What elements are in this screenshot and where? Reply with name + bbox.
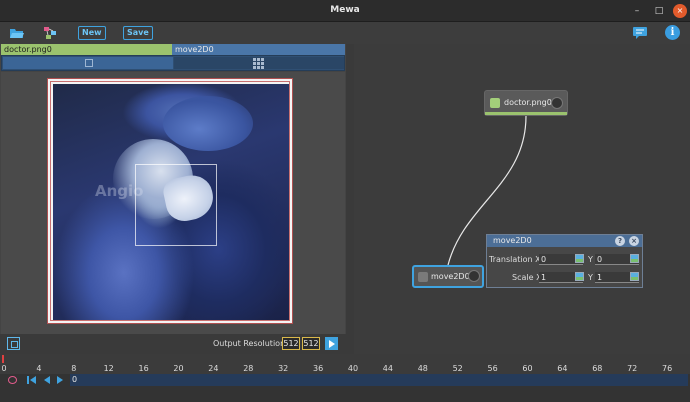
timeline-tick: 68 <box>592 364 603 373</box>
single-view-icon <box>85 59 93 67</box>
timeline-ruler[interactable]: 0 4 8 12 16 20 24 28 32 36 40 44 48 52 56 60 64 68 72 76 <box>0 354 690 374</box>
window-title: Mewa <box>330 5 360 15</box>
timeline-tick: 52 <box>452 364 463 373</box>
translation-x-label: Translation X <box>489 255 541 264</box>
render-canvas[interactable]: Angio <box>47 78 293 324</box>
timeline-tick: 20 <box>173 364 184 373</box>
transform-node-icon <box>418 272 428 282</box>
timeline-tick: 32 <box>278 364 289 373</box>
close-icon[interactable]: × <box>673 4 687 18</box>
chat-icon[interactable] <box>632 26 648 40</box>
scale-x-image-icon[interactable] <box>575 272 584 281</box>
render-play-button[interactable] <box>325 337 338 350</box>
timeline-tick: 56 <box>487 364 498 373</box>
timeline-tick: 12 <box>103 364 114 373</box>
playback-controls <box>0 374 70 386</box>
translation-y-image-icon[interactable] <box>630 254 639 263</box>
timeline-tick: 76 <box>662 364 673 373</box>
translation-row: Translation X 0 Y 0 <box>487 253 642 267</box>
translation-x-image-icon[interactable] <box>575 254 584 263</box>
image-node-icon <box>490 98 500 108</box>
grid-view-icon <box>253 58 264 69</box>
tab-move2d[interactable]: move2D0 <box>172 44 345 55</box>
maximize-icon[interactable]: □ <box>652 4 666 18</box>
scale-y-image-icon[interactable] <box>630 272 639 281</box>
timeline-tick: 44 <box>382 364 393 373</box>
node-move2d-label: move2D0 <box>431 272 470 281</box>
viewer-status-bar: Output Resolution: 512 512 <box>0 334 346 354</box>
translation-y-label: Y <box>588 255 593 264</box>
scale-y-label: Y <box>588 273 593 282</box>
node-move2d-output[interactable] <box>468 270 480 282</box>
timeline-tick: 60 <box>522 364 533 373</box>
timeline-tick: 72 <box>627 364 638 373</box>
save-button[interactable]: Save <box>123 26 153 40</box>
single-view-button[interactable] <box>3 57 173 69</box>
timeline-tick: 28 <box>243 364 254 373</box>
output-resolution-label: Output Resolution: <box>213 339 288 348</box>
new-button[interactable]: New <box>78 26 106 40</box>
timeline: 0 4 8 12 16 20 24 28 32 36 40 44 48 52 56 60 64 68 72 76 0 <box>0 354 690 402</box>
current-frame-field[interactable]: 0 <box>70 374 688 386</box>
view-mode-bar <box>1 55 345 71</box>
node-graph[interactable]: doctor.png0 move2D0 move2D0 ? × Translat… <box>354 44 690 354</box>
timeline-tick: 8 <box>71 364 77 373</box>
node-doctor-label: doctor.png0 <box>504 98 552 107</box>
timeline-tick: 16 <box>138 364 149 373</box>
panel-close-icon[interactable]: × <box>629 236 639 246</box>
timeline-tick: 0 <box>1 364 7 373</box>
node-move2d[interactable]: move2D0 <box>412 265 484 288</box>
app-window: Mewa – □ × New Save i doctor.png0 move2D… <box>0 0 690 402</box>
node-doctor-output[interactable] <box>551 97 563 109</box>
resolution-width-field[interactable]: 512 <box>282 337 300 350</box>
fit-view-icon[interactable] <box>7 337 20 350</box>
timeline-tick: 24 <box>208 364 219 373</box>
image-viewport[interactable]: Angio <box>1 72 345 334</box>
info-icon[interactable]: i <box>665 25 680 40</box>
node-doctor[interactable]: doctor.png0 <box>484 90 568 116</box>
timeline-tick: 48 <box>417 364 428 373</box>
loop-icon[interactable] <box>8 376 17 384</box>
tab-doctor[interactable]: doctor.png0 <box>1 44 172 55</box>
first-frame-icon[interactable] <box>30 376 36 384</box>
timeline-tick: 40 <box>347 364 359 373</box>
move2d-params-panel: move2D0 ? × Translation X 0 Y 0 Scale X … <box>486 234 643 288</box>
title-bar: Mewa – □ × <box>0 0 690 22</box>
node-tree-icon[interactable] <box>43 26 57 40</box>
minimize-icon[interactable]: – <box>630 4 644 18</box>
panel-splitter[interactable] <box>346 44 354 354</box>
play-icon[interactable] <box>57 376 63 384</box>
timeline-tick: 4 <box>36 364 42 373</box>
grid-view-button[interactable] <box>174 57 344 69</box>
resolution-height-field[interactable]: 512 <box>302 337 320 350</box>
preview-image: Angio <box>53 84 289 320</box>
viewer-panel: doctor.png0 move2D0 Angio Output Resolut… <box>0 44 346 354</box>
viewer-tabs: doctor.png0 move2D0 <box>0 44 346 55</box>
step-back-icon[interactable] <box>44 376 50 384</box>
first-frame-bar-icon <box>27 376 29 384</box>
transform-guide-box[interactable] <box>135 164 217 246</box>
scale-x-label: Scale X <box>512 273 542 282</box>
help-icon[interactable]: ? <box>615 236 625 246</box>
timeline-tick: 64 <box>557 364 568 373</box>
toolbar: New Save <box>0 22 690 44</box>
timeline-tick: 36 <box>313 364 324 373</box>
scale-row: Scale X 1 Y 1 <box>487 271 642 285</box>
playhead[interactable] <box>2 355 4 363</box>
open-folder-icon[interactable] <box>9 26 25 40</box>
